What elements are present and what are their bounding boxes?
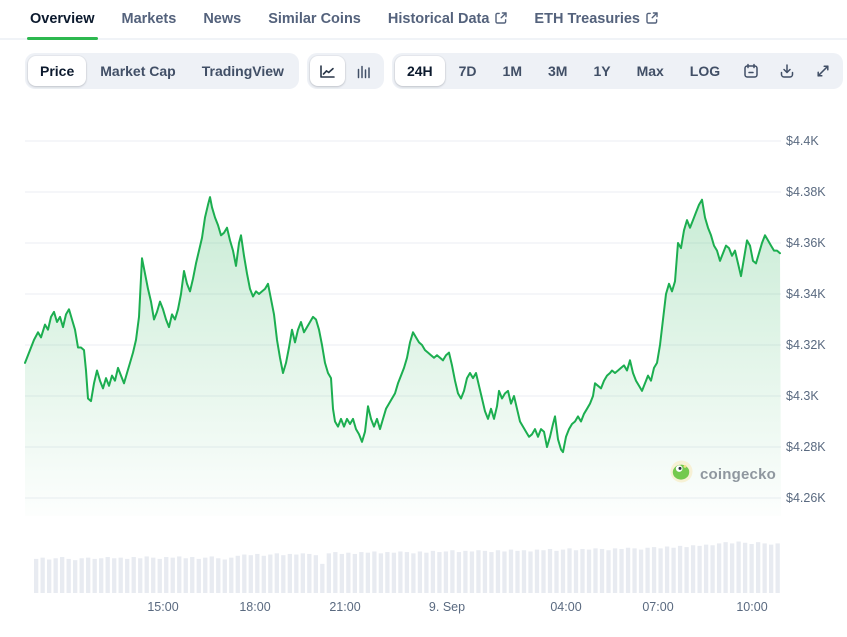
y-axis-tick-label: $4.4K [786,133,846,149]
gecko-logo-icon [670,460,693,488]
y-axis-tick-label: $4.32K [786,337,846,353]
y-axis-tick-label: $4.26K [786,490,846,506]
y-axis-tick-label: $4.34K [786,286,846,302]
x-axis-tick-label: 9. Sep [415,600,479,614]
price-area-fill [25,197,781,516]
y-axis-tick-label: $4.38K [786,184,846,200]
x-axis-tick-label: 15:00 [131,600,195,614]
y-axis-tick-label: $4.36K [786,235,846,251]
x-axis-tick-label: 07:00 [626,600,690,614]
y-axis-tick-label: $4.3K [786,388,846,404]
x-axis-tick-label: 10:00 [720,600,784,614]
x-axis-tick-label: 04:00 [534,600,598,614]
x-axis-tick-label: 18:00 [223,600,287,614]
x-axis-tick-label: 21:00 [313,600,377,614]
y-axis-tick-label: $4.28K [786,439,846,455]
volume-bars [34,542,780,593]
coingecko-watermark: coingecko [670,460,776,488]
price-chart[interactable] [0,0,847,637]
watermark-label: coingecko [700,466,776,483]
